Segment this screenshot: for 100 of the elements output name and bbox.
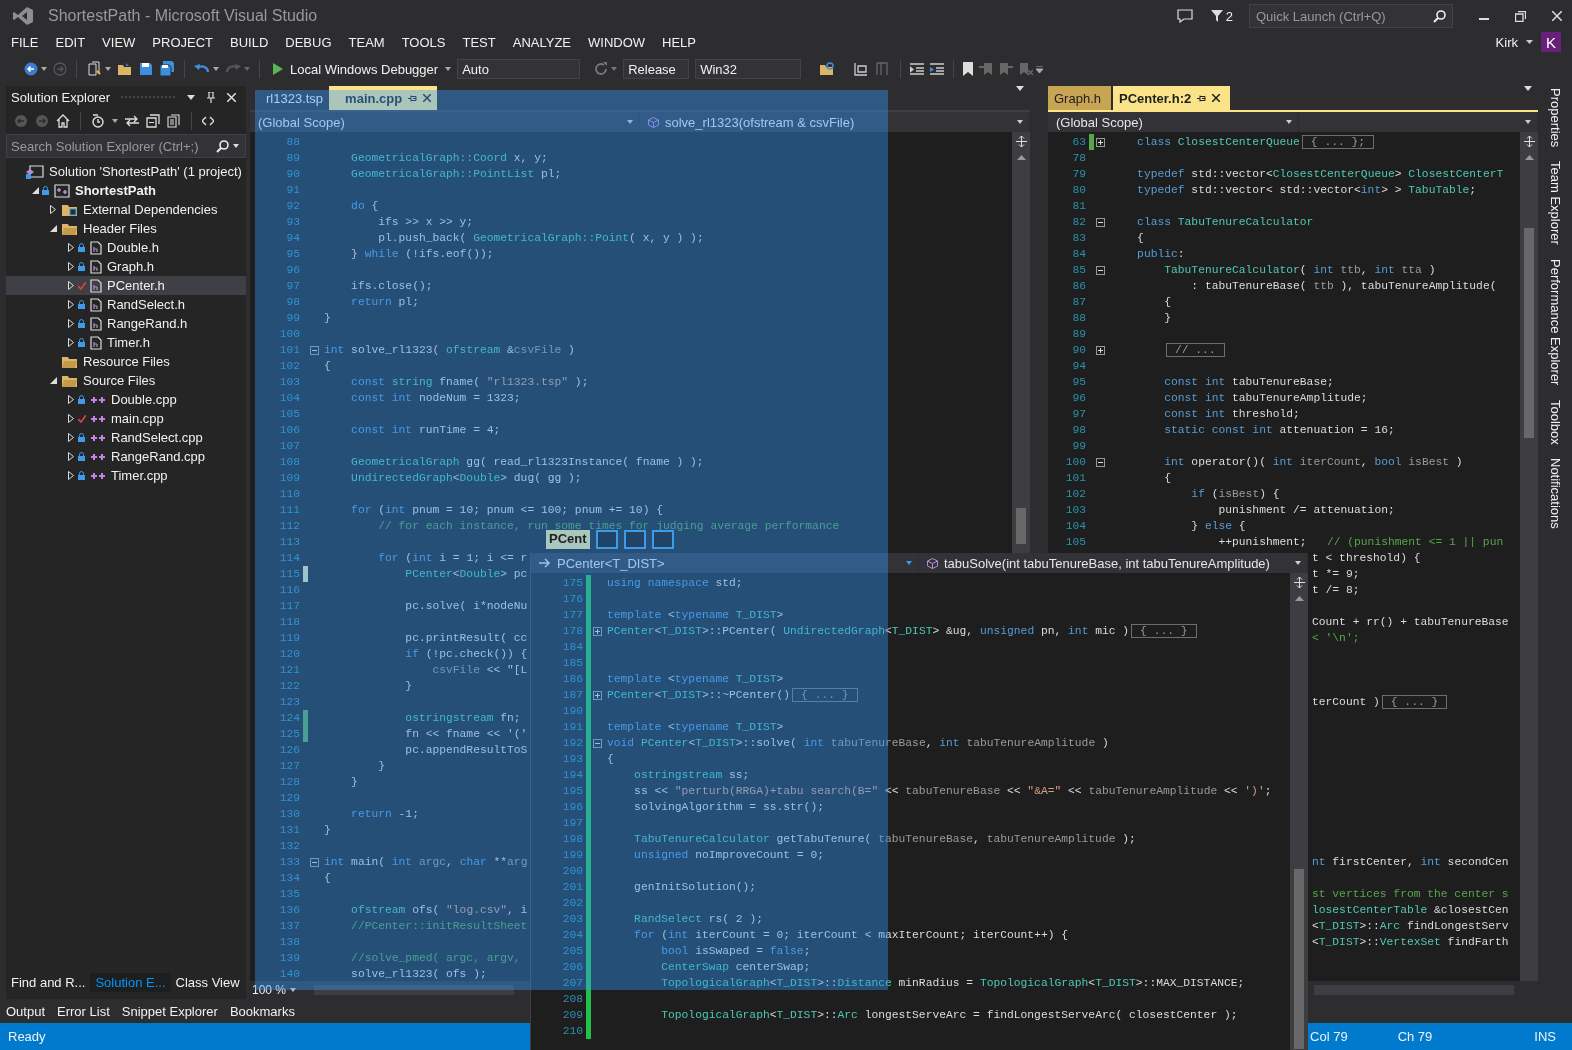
char-indicator: Ch 79 — [1397, 1029, 1433, 1044]
line-number: 135 — [278, 888, 300, 900]
line-number: 113 — [278, 536, 300, 548]
code-line: return -1; — [350, 808, 419, 820]
code-line: do { — [350, 200, 379, 212]
code-line: typedef std::vector< std::vector<int> > TabuTable; — [1136, 184, 1477, 196]
line-number: 210 — [561, 1025, 583, 1037]
line-number: 85 — [1071, 264, 1086, 276]
notification-count: 2 — [1225, 8, 1233, 24]
code-line: const int tabuTenureAmplitude; — [1163, 392, 1368, 404]
line-number: 110 — [278, 488, 300, 500]
line-number: 115 — [278, 568, 300, 580]
code-line: template <typename T_DIST> — [606, 673, 784, 685]
line-number: 194 — [561, 769, 583, 781]
code-line: GeometricalGraph::Coord x, y; — [350, 152, 548, 164]
code-line: { — [606, 753, 614, 765]
line-number: 195 — [561, 785, 583, 797]
code-line: fn << fname << '(' — [404, 728, 528, 740]
line-number: 90 — [285, 168, 300, 180]
line-number: 139 — [278, 952, 300, 964]
line-number: 121 — [278, 664, 300, 676]
line-number: 99 — [1071, 440, 1086, 452]
code-line: Count + rr() + tabuTenureBase — [1312, 616, 1509, 628]
line-number: 118 — [278, 616, 300, 628]
line-number: 196 — [561, 801, 583, 813]
line-number: 83 — [1071, 232, 1086, 244]
line-number: 95 — [1071, 376, 1086, 388]
line-number: 126 — [278, 744, 300, 756]
line-number: 104 — [278, 392, 300, 404]
code-line: const string fname( "rl1323.tsp" ); — [350, 376, 589, 388]
line-number: 191 — [561, 721, 583, 733]
line-number: 133 — [278, 856, 300, 868]
code-line: bool isSwaped = false; — [660, 945, 811, 957]
line-number: 105 — [1064, 536, 1086, 548]
line-number: 92 — [285, 200, 300, 212]
line-number: 78 — [1071, 152, 1086, 164]
line-number: 200 — [561, 865, 583, 877]
code-line: { — [323, 872, 331, 884]
line-number: 108 — [278, 456, 300, 468]
line-number: 119 — [278, 632, 300, 644]
code-line: if (!pc.check()) { — [404, 648, 528, 660]
line-number: 186 — [561, 673, 583, 685]
code-line: RandSelect rs( 2 ); — [633, 913, 763, 925]
code-line: } — [404, 680, 413, 692]
line-number: 140 — [278, 968, 300, 980]
line-number: 206 — [561, 961, 583, 973]
code-line: GeometricalGraph gg( read_rl1323Instance( fname ) ); — [350, 456, 704, 468]
line-number: 100 — [278, 328, 300, 340]
code-line: solvingAlgorithm = ss.str(); — [633, 801, 824, 813]
line-number: 103 — [1064, 504, 1086, 516]
code-line: <T_DIST>::VertexSet findFarth — [1312, 936, 1509, 948]
code-line: t *= 9; — [1312, 568, 1360, 580]
line-number: 80 — [1071, 184, 1086, 196]
line-number: 94 — [1071, 360, 1086, 372]
line-number: 97 — [285, 280, 300, 292]
line-number: 208 — [561, 993, 583, 1005]
line-number: 101 — [278, 344, 300, 356]
line-number: 112 — [278, 520, 300, 532]
code-line: t < threshold) { — [1312, 552, 1421, 564]
line-number: 176 — [561, 593, 583, 605]
code-line: for (int pnum = 10; pnum <= 100; pnum += 10) { — [350, 504, 663, 516]
code-line: { — [323, 360, 331, 372]
line-number: 98 — [285, 296, 300, 308]
code-line: template <typename T_DIST> — [606, 721, 784, 733]
code-line: class TabuTenureCalculator — [1136, 216, 1314, 228]
code-line: PCenter<Double> pc — [404, 568, 528, 580]
code-line: ofstream ofs( "log.csv", i — [350, 904, 528, 916]
line-number: 117 — [278, 600, 300, 612]
code-line: GeometricalGraph::PointList pl; — [350, 168, 562, 180]
line-number: 132 — [278, 840, 300, 852]
code-line: using namespace std; — [606, 577, 743, 589]
panel-title: Solution Explorer — [11, 89, 110, 105]
code-line: int main( int argc, char **arg — [323, 856, 528, 868]
code-line: pc.appendResultToS — [404, 744, 528, 756]
line-number: 107 — [278, 440, 300, 452]
code-line: ostringstream fn; — [404, 712, 521, 724]
code-line: const int tabuTenureBase; — [1163, 376, 1334, 388]
line-number: 123 — [278, 696, 300, 708]
line-number: 120 — [278, 648, 300, 660]
line-number: 124 — [278, 712, 300, 724]
code-line: for (int i = 1; i <= r — [377, 552, 528, 564]
code-line: PCenter<T_DIST>::PCenter( UndirectedGraph<T_DIST> &ug, unsigned pn, int mic ) { ... } — [605, 625, 1197, 637]
line-number: 201 — [561, 881, 583, 893]
code-line: public: — [1136, 248, 1185, 260]
line-number: 175 — [561, 577, 583, 589]
code-line: } — [323, 824, 331, 836]
line-number: 130 — [278, 808, 300, 820]
code-line: pc.solve( i*nodeNu — [404, 600, 528, 612]
line-number: 205 — [561, 945, 583, 957]
code-line: if (isBest) { — [1190, 488, 1280, 500]
code-line: csvFile << "[L — [431, 664, 528, 676]
line-number: 91 — [285, 184, 300, 196]
code-line: st vertices from the center s — [1312, 888, 1509, 900]
code-line: template <typename T_DIST> — [606, 609, 784, 621]
dock-tab-preview: PCent — [546, 530, 590, 549]
code-line: solve_rl1323( ofs ); — [350, 968, 487, 980]
code-line: for (int iterCount = 0; iterCount < maxIterCount; iterCount++) { — [633, 929, 1068, 941]
code-line: <T_DIST>::Arc findLongestServ — [1312, 920, 1509, 932]
code-line: { — [1136, 232, 1144, 244]
line-number: 202 — [561, 897, 583, 909]
